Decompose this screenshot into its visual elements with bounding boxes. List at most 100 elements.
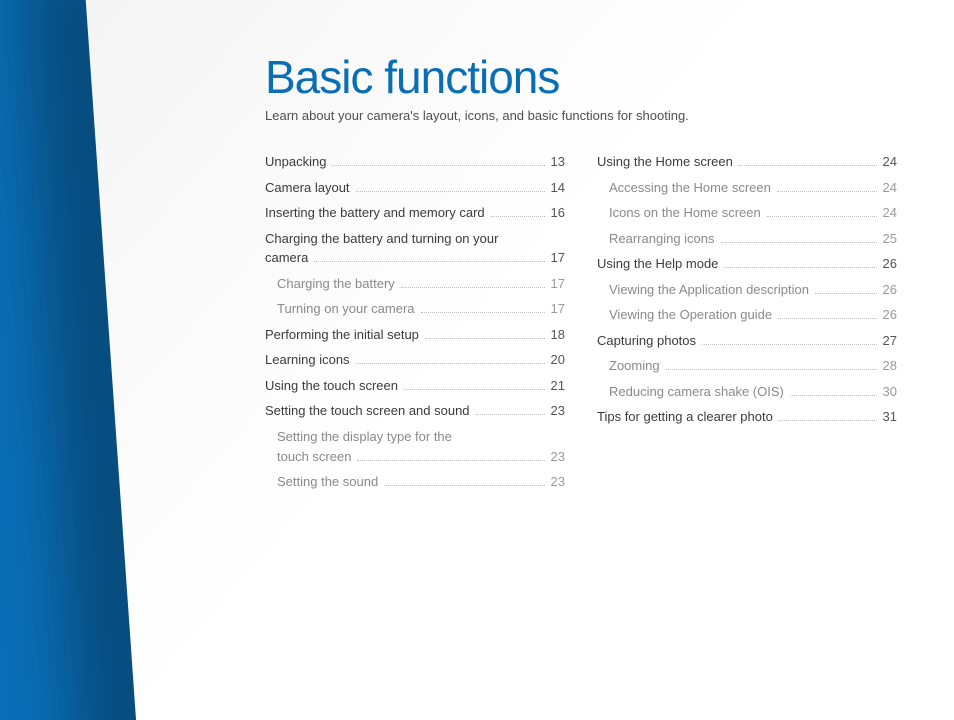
toc-entry-page: 17: [551, 300, 565, 318]
toc-entry-page: 26: [883, 281, 897, 299]
dot-leader: [739, 164, 877, 166]
dot-leader: [702, 343, 877, 345]
toc-entry-label: Camera layout: [265, 179, 350, 197]
dot-leader: [491, 215, 545, 217]
toc-entry-page: 24: [883, 204, 897, 222]
toc-entry[interactable]: Rearranging icons 25: [597, 230, 897, 248]
toc-entry-page: 21: [551, 377, 565, 395]
toc-entry[interactable]: Using the touch screen 21: [265, 377, 565, 395]
toc-entry-label: Charging the battery: [277, 275, 395, 293]
toc-entry-page: 24: [883, 153, 897, 171]
toc-entry-page: 26: [883, 255, 897, 273]
toc-entry-label: Setting the touch screen and sound: [265, 402, 470, 420]
toc-entry[interactable]: Tips for getting a clearer photo 31: [597, 408, 897, 426]
toc-entry-label: Using the touch screen: [265, 377, 398, 395]
toc-entry[interactable]: Using the Help mode 26: [597, 255, 897, 273]
toc-entry-page: 16: [551, 204, 565, 222]
toc-entry-page: 24: [883, 179, 897, 197]
dot-leader: [790, 394, 877, 396]
toc-entry-page: 18: [551, 326, 565, 344]
dot-leader: [425, 337, 545, 339]
toc-entry-label: Reducing camera shake (OIS): [609, 383, 784, 401]
dot-leader: [777, 190, 877, 192]
toc-entry-page: 31: [883, 408, 897, 426]
toc-entry[interactable]: Charging the battery and turning on your…: [265, 230, 565, 267]
page-content: Basic functions Learn about your camera'…: [265, 50, 925, 499]
toc-entry-page: 26: [883, 306, 897, 324]
toc-column-right: Using the Home screen24Accessing the Hom…: [597, 153, 897, 499]
toc-entry-page: 14: [551, 179, 565, 197]
toc-entry[interactable]: Setting the display type for the touch sc…: [265, 428, 565, 465]
dot-leader: [421, 311, 545, 313]
toc-entry-label: Learning icons: [265, 351, 350, 369]
toc-entry-label: Setting the display type for the: [277, 428, 565, 446]
toc-entry[interactable]: Turning on your camera 17: [265, 300, 565, 318]
toc-entry[interactable]: Unpacking 13: [265, 153, 565, 171]
dot-leader: [666, 368, 877, 370]
toc-entry-page: 30: [883, 383, 897, 401]
toc-entry-label: Viewing the Application description: [609, 281, 809, 299]
page-title: Basic functions: [265, 50, 925, 104]
toc-entry-page: 25: [883, 230, 897, 248]
toc-entry-page: 28: [883, 357, 897, 375]
toc-entry-label: Unpacking: [265, 153, 326, 171]
dot-leader: [314, 260, 544, 262]
toc-entry-page: 17: [551, 275, 565, 293]
toc-entry-label: Turning on your camera: [277, 300, 415, 318]
stage: Basic functions Learn about your camera'…: [0, 0, 954, 720]
toc-entry-label: Inserting the battery and memory card: [265, 204, 485, 222]
toc-entry[interactable]: Inserting the battery and memory card 16: [265, 204, 565, 222]
toc-entry-label: Using the Home screen: [597, 153, 733, 171]
toc-entry-label-continuation: camera: [265, 249, 308, 267]
toc-entry[interactable]: Capturing photos 27: [597, 332, 897, 350]
toc-entry-label: Using the Help mode: [597, 255, 718, 273]
toc-entry-label: Tips for getting a clearer photo: [597, 408, 773, 426]
toc-entry[interactable]: Charging the battery 17: [265, 275, 565, 293]
toc-entry-page: 23: [551, 448, 565, 466]
dot-leader: [815, 292, 877, 294]
dot-leader: [724, 266, 876, 268]
toc-entry[interactable]: Accessing the Home screen 24: [597, 179, 897, 197]
dot-leader: [384, 484, 544, 486]
toc-columns: Unpacking 13 Camera layout 14 Inserting the …: [265, 153, 925, 499]
toc-entry-page: 13: [551, 153, 565, 171]
toc-entry[interactable]: Reducing camera shake (OIS) 30: [597, 383, 897, 401]
toc-entry-label: Charging the battery and turning on your: [265, 230, 565, 248]
toc-entry[interactable]: Camera layout 14: [265, 179, 565, 197]
toc-entry-page: 17: [551, 249, 565, 267]
toc-entry[interactable]: Setting the sound 23: [265, 473, 565, 491]
dot-leader: [721, 241, 877, 243]
toc-entry-label: Zooming: [609, 357, 660, 375]
toc-entry[interactable]: Performing the initial setup 18: [265, 326, 565, 344]
dot-leader: [767, 215, 877, 217]
dot-leader: [356, 362, 545, 364]
page-subtitle: Learn about your camera's layout, icons,…: [265, 108, 925, 123]
dot-leader: [356, 190, 545, 192]
dot-leader: [332, 164, 544, 166]
toc-entry[interactable]: Zooming 28: [597, 357, 897, 375]
toc-entry[interactable]: Icons on the Home screen 24: [597, 204, 897, 222]
toc-entry-page: 23: [551, 402, 565, 420]
toc-entry-label: Icons on the Home screen: [609, 204, 761, 222]
dot-leader: [357, 459, 544, 461]
dot-leader: [778, 317, 876, 319]
toc-entry-page: 27: [883, 332, 897, 350]
toc-entry[interactable]: Learning icons 20: [265, 351, 565, 369]
dot-leader: [401, 286, 545, 288]
dot-leader: [476, 413, 545, 415]
toc-column-left: Unpacking 13 Camera layout 14 Inserting the …: [265, 153, 565, 499]
toc-entry-label: Viewing the Operation guide: [609, 306, 772, 324]
toc-entry-label: Performing the initial setup: [265, 326, 419, 344]
toc-entry-label: Capturing photos: [597, 332, 696, 350]
toc-entry-page: 23: [551, 473, 565, 491]
toc-entry-page: 20: [551, 351, 565, 369]
toc-entry-label: Setting the sound: [277, 473, 378, 491]
toc-entry-label: Accessing the Home screen: [609, 179, 771, 197]
toc-entry[interactable]: Setting the touch screen and sound 23: [265, 402, 565, 420]
toc-entry[interactable]: Viewing the Operation guide 26: [597, 306, 897, 324]
toc-entry-label: Rearranging icons: [609, 230, 715, 248]
toc-entry[interactable]: Viewing the Application description 26: [597, 281, 897, 299]
toc-entry-label-continuation: touch screen: [277, 448, 351, 466]
dot-leader: [404, 388, 545, 390]
toc-entry[interactable]: Using the Home screen 24: [597, 153, 897, 171]
